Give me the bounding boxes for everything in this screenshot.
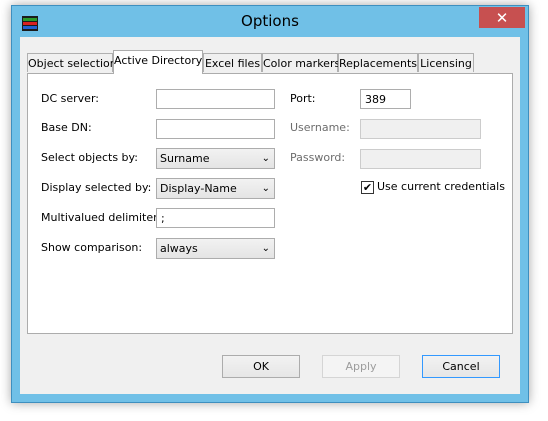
- tab-licensing[interactable]: Licensing: [418, 53, 474, 72]
- cancel-button[interactable]: Cancel: [422, 355, 500, 378]
- select-objects-by-dropdown[interactable]: Surname ⌄: [156, 148, 275, 169]
- username-input[interactable]: [360, 119, 481, 139]
- dc-server-input[interactable]: [156, 89, 275, 109]
- options-dialog: Options ✕ Object selection Active Direct…: [11, 5, 529, 403]
- show-comparison-dropdown[interactable]: always ⌄: [156, 238, 275, 259]
- close-button[interactable]: ✕: [479, 7, 525, 28]
- username-label: Username:: [290, 121, 350, 134]
- base-dn-input[interactable]: [156, 119, 275, 139]
- close-icon: ✕: [495, 8, 509, 27]
- title-bar[interactable]: Options ✕: [12, 6, 528, 38]
- tab-object-selection[interactable]: Object selection: [27, 53, 117, 72]
- use-current-credentials-label[interactable]: Use current credentials: [377, 180, 505, 193]
- password-label: Password:: [290, 151, 346, 164]
- port-label: Port:: [290, 92, 316, 105]
- dc-server-label: DC server:: [41, 92, 99, 105]
- tab-replacements[interactable]: Replacements: [338, 53, 418, 72]
- base-dn-label: Base DN:: [41, 121, 92, 134]
- dialog-client-area: Object selection Active Directory Excel …: [20, 37, 520, 394]
- window-title: Options: [241, 12, 299, 30]
- tab-color-markers[interactable]: Color markers: [262, 53, 340, 72]
- apply-button[interactable]: Apply: [322, 355, 400, 378]
- chevron-down-icon: ⌄: [261, 243, 270, 254]
- select-objects-by-value: Surname: [160, 152, 210, 165]
- use-current-credentials-checkbox[interactable]: ✔: [361, 181, 374, 194]
- tab-excel-files[interactable]: Excel files: [203, 53, 262, 72]
- display-selected-by-value: Display-Name: [160, 182, 237, 195]
- select-objects-by-label: Select objects by:: [41, 151, 138, 164]
- active-directory-panel: DC server: Base DN: Select objects by: S…: [27, 73, 513, 334]
- chevron-down-icon: ⌄: [261, 153, 270, 164]
- multivalued-delimiter-label: Multivalued delimiter:: [41, 211, 162, 224]
- tab-active-directory[interactable]: Active Directory: [113, 50, 203, 74]
- chevron-down-icon: ⌄: [261, 183, 270, 194]
- password-input[interactable]: [360, 149, 481, 169]
- display-selected-by-label: Display selected by:: [41, 181, 152, 194]
- display-selected-by-dropdown[interactable]: Display-Name ⌄: [156, 178, 275, 199]
- port-input[interactable]: [360, 89, 411, 109]
- show-comparison-label: Show comparison:: [41, 241, 143, 254]
- checkmark-icon: ✔: [362, 181, 373, 194]
- multivalued-delimiter-input[interactable]: [156, 208, 275, 228]
- show-comparison-value: always: [160, 242, 198, 255]
- ok-button[interactable]: OK: [222, 355, 300, 378]
